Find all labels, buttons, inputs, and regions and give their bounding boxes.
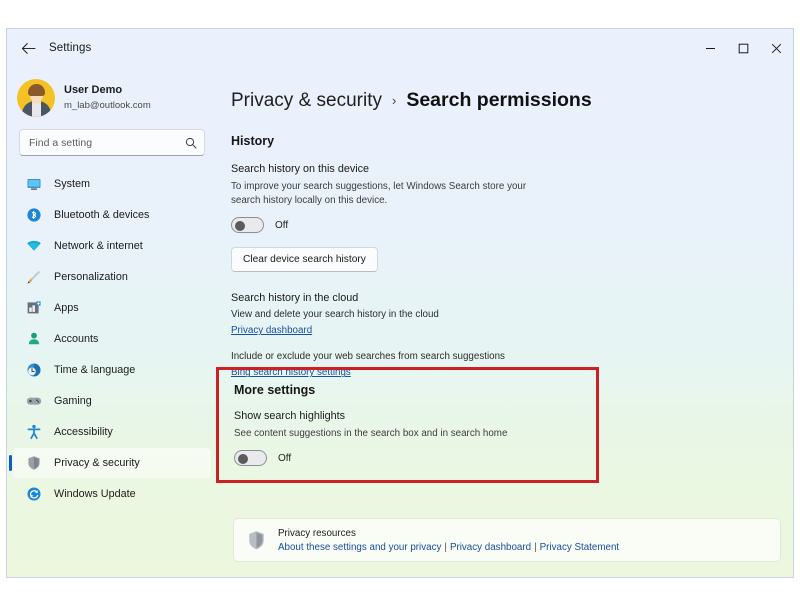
sidebar-item-label: Apps [54, 302, 79, 314]
person-icon [25, 330, 43, 348]
search-wrapper [7, 125, 217, 156]
avatar [17, 79, 55, 117]
window-body: User Demo m_lab@outlook.com Find a setti… [7, 67, 793, 577]
privacy-resources-links: About these settings and your privacy | Pr… [278, 542, 619, 553]
search-history-device-heading: Search history on this device [231, 163, 370, 175]
about-these-settings-link[interactable]: About these settings and your privacy [278, 542, 441, 553]
close-icon [771, 43, 782, 53]
show-search-highlights-toggle-state: Off [278, 452, 292, 464]
show-search-highlights-toggle-row: Off [234, 450, 596, 467]
close-button[interactable] [760, 29, 793, 67]
account-text: User Demo m_lab@outlook.com [64, 84, 151, 112]
account-name: User Demo [64, 84, 123, 97]
sidebar-item-gaming[interactable]: Gaming [13, 386, 211, 416]
sidebar-item-privacy-security[interactable]: Privacy & security [9, 448, 211, 478]
link-separator: | [534, 541, 537, 553]
account-tile[interactable]: User Demo m_lab@outlook.com [7, 71, 217, 125]
history-section-title: History [231, 134, 275, 148]
sidebar-item-accessibility[interactable]: Accessibility [13, 417, 211, 447]
more-settings-title: More settings [234, 383, 316, 397]
title-bar: Settings [7, 29, 793, 67]
toggle-knob [238, 453, 248, 464]
more-settings-highlight-box: More settings Show search highlights See… [216, 367, 599, 484]
sidebar-item-label: Gaming [54, 395, 92, 407]
search-history-device-toggle-row: Off [231, 217, 767, 234]
breadcrumb: Privacy & security › Search permissions [231, 89, 767, 112]
search-history-device-description: To improve your search suggestions, let … [231, 181, 527, 207]
minimize-button[interactable] [694, 29, 727, 67]
maximize-button[interactable] [727, 29, 760, 67]
sidebar-item-bluetooth-devices[interactable]: Bluetooth & devices [13, 200, 211, 230]
maximize-icon [738, 43, 749, 53]
sidebar-item-label: Accounts [54, 333, 99, 345]
sidebar-item-label: Bluetooth & devices [54, 209, 150, 221]
back-arrow-icon [21, 42, 36, 54]
shield-icon [247, 530, 266, 551]
apps-icon [25, 299, 43, 317]
update-icon [25, 485, 43, 503]
sidebar: User Demo m_lab@outlook.com Find a setti… [7, 67, 217, 577]
shield-icon [25, 454, 43, 472]
sidebar-item-windows-update[interactable]: Windows Update [13, 479, 211, 509]
sidebar-item-apps[interactable]: Apps [13, 293, 211, 323]
sidebar-item-label: Windows Update [54, 488, 136, 500]
toggle-knob [235, 220, 245, 231]
search-history-device-toggle[interactable] [231, 217, 264, 234]
main-content: Privacy & security › Search permissions … [216, 67, 793, 577]
sidebar-item-label: Accessibility [54, 426, 113, 438]
show-search-highlights-heading: Show search highlights [234, 410, 346, 422]
back-button[interactable] [13, 35, 43, 61]
sidebar-item-system[interactable]: System [13, 169, 211, 199]
privacy-statement-link[interactable]: Privacy Statement [540, 542, 620, 553]
search-history-device-toggle-state: Off [275, 219, 289, 231]
bluetooth-icon [25, 206, 43, 224]
monitor-icon [25, 175, 43, 193]
sidebar-item-network-internet[interactable]: Network & internet [13, 231, 211, 261]
sidebar-item-label: Privacy & security [54, 457, 140, 469]
privacy-dashboard-link[interactable]: Privacy dashboard [231, 325, 312, 336]
wifi-icon [25, 237, 43, 255]
window-controls [694, 29, 793, 67]
paintbrush-icon [25, 268, 43, 286]
sidebar-nav: System Bluetooth & devices Network & int… [7, 169, 217, 509]
clock-icon [25, 361, 43, 379]
sidebar-item-label: System [54, 178, 90, 190]
link-separator: | [444, 541, 447, 553]
cloud-line-1: View and delete your search history in t… [231, 309, 439, 321]
gamepad-icon [25, 392, 43, 410]
show-search-highlights-toggle[interactable] [234, 450, 267, 467]
privacy-resources-text: Privacy resources About these settings a… [278, 528, 619, 553]
sidebar-item-label: Time & language [54, 364, 136, 376]
app-title: Settings [49, 42, 92, 54]
search-icon [185, 137, 197, 149]
search-history-cloud-heading: Search history in the cloud [231, 292, 359, 305]
privacy-resources-card: Privacy resources About these settings a… [233, 518, 781, 562]
breadcrumb-separator: › [391, 93, 397, 108]
account-email: m_lab@outlook.com [64, 99, 151, 111]
cloud-line-2: Include or exclude your web searches fro… [231, 351, 505, 363]
sidebar-item-personalization[interactable]: Personalization [13, 262, 211, 292]
minimize-icon [706, 47, 715, 49]
accessibility-icon [25, 423, 43, 441]
privacy-resources-title: Privacy resources [278, 527, 356, 539]
search-box[interactable] [19, 129, 205, 156]
sidebar-item-label: Network & internet [54, 240, 143, 252]
settings-window: Settings User Demo m_lab@outlook.com Fin… [6, 28, 794, 578]
show-search-highlights-description: See content suggestions in the search bo… [234, 428, 508, 439]
breadcrumb-parent[interactable]: Privacy & security [231, 90, 382, 112]
privacy-dashboard-link[interactable]: Privacy dashboard [450, 542, 531, 553]
sidebar-item-label: Personalization [54, 271, 128, 283]
sidebar-item-time-language[interactable]: Time & language [13, 355, 211, 385]
search-history-device-group: Search history on this device To improve… [231, 163, 767, 273]
search-input[interactable] [29, 136, 185, 149]
sidebar-item-accounts[interactable]: Accounts [13, 324, 211, 354]
page-title: Search permissions [406, 89, 592, 111]
clear-device-search-history-button[interactable]: Clear device search history [231, 247, 378, 273]
